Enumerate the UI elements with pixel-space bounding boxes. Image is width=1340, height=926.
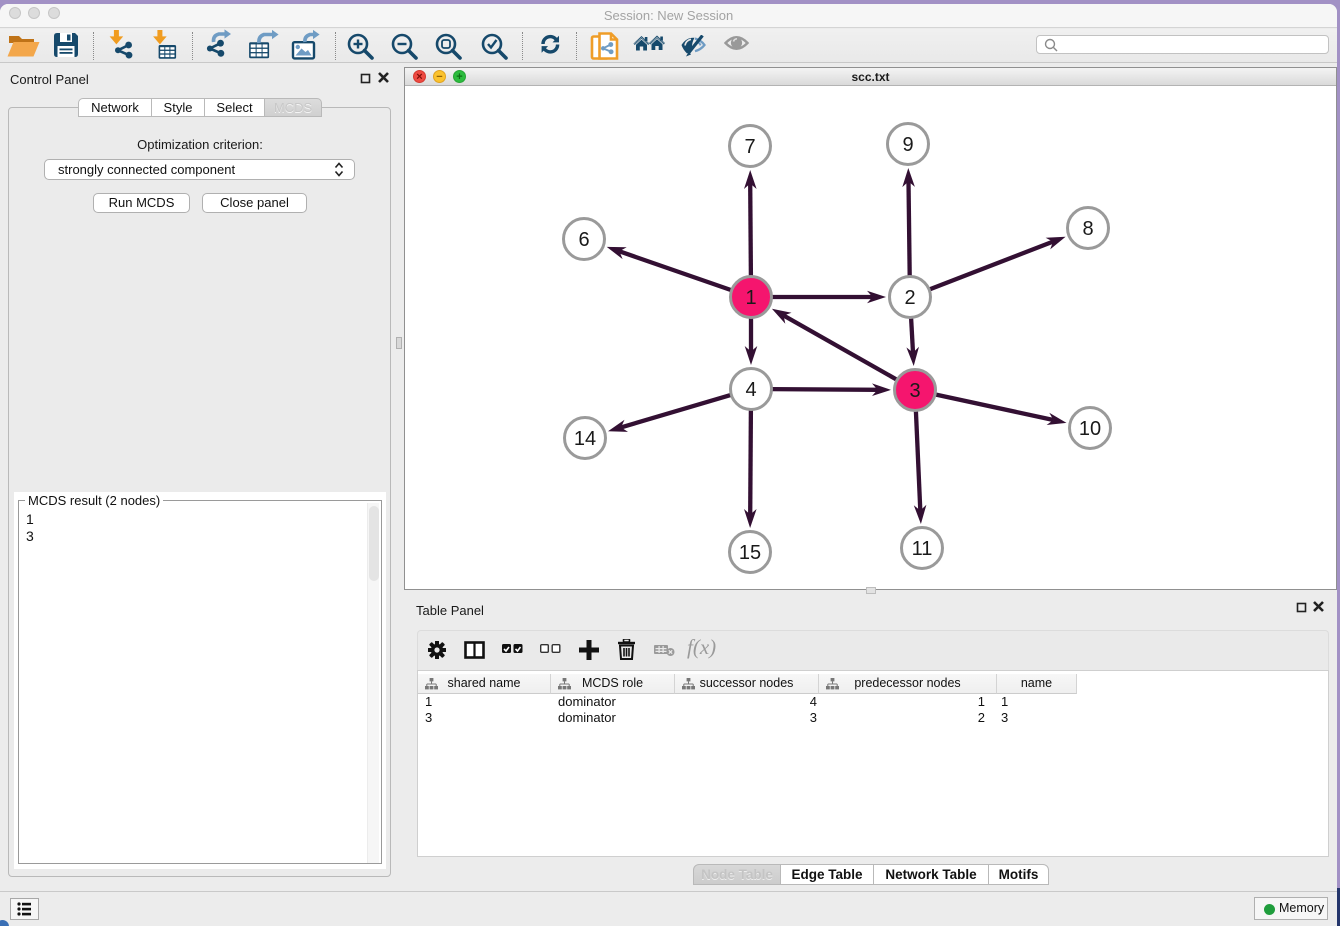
svg-text:3: 3 [909, 380, 920, 402]
svg-text:9: 9 [902, 134, 913, 156]
svg-text:7: 7 [744, 136, 755, 158]
svg-text:6: 6 [578, 229, 589, 251]
svg-text:2: 2 [904, 287, 915, 309]
svg-text:11: 11 [912, 538, 933, 560]
svg-text:14: 14 [574, 428, 596, 450]
svg-text:10: 10 [1079, 418, 1101, 440]
svg-text:15: 15 [739, 542, 761, 564]
svg-text:8: 8 [1082, 218, 1093, 240]
svg-text:1: 1 [745, 287, 756, 309]
svg-text:4: 4 [745, 379, 756, 401]
